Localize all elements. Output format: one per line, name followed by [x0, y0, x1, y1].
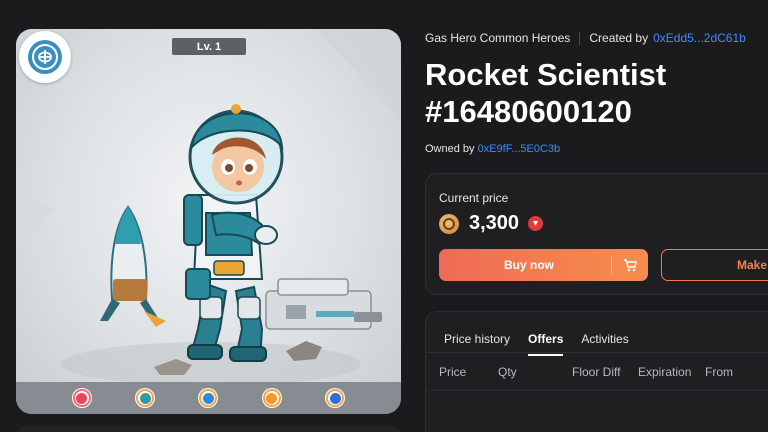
- lab-machine-prop: [265, 278, 382, 330]
- creator-link[interactable]: 0xEdd5...2dC61b: [653, 31, 746, 45]
- hero-illustration: [16, 29, 401, 386]
- divider: [579, 31, 581, 45]
- page-title: Rocket Scientist #16480600120: [425, 56, 666, 130]
- make-offer-button[interactable]: Make: [661, 249, 768, 281]
- column-price: Price: [439, 365, 467, 379]
- attributes-panel-edge: [16, 426, 401, 432]
- owner-link[interactable]: 0xE9fF...5E0C3b: [478, 143, 561, 155]
- owned-by-line: Owned by 0xE9fF...5E0C3b: [425, 143, 560, 155]
- hero-stat-bar: [16, 382, 401, 414]
- rocket-prop: [100, 205, 166, 327]
- brain-icon: [19, 31, 71, 83]
- collection-line: Gas Hero Common Heroes Created by 0xEdd5…: [425, 31, 746, 45]
- header-divider: [426, 390, 768, 391]
- nft-artwork[interactable]: Lv. 1: [16, 29, 401, 414]
- created-by-label: Created by: [589, 31, 649, 45]
- column-floor-diff: Floor Diff: [572, 365, 621, 379]
- buy-now-label: Buy now: [504, 258, 554, 272]
- buy-now-button[interactable]: Buy now: [439, 249, 648, 281]
- water-stat-icon[interactable]: [135, 388, 156, 408]
- wind-stat-icon[interactable]: [325, 388, 346, 408]
- cart-icon[interactable]: [612, 258, 648, 272]
- current-price-label: Current price: [439, 191, 509, 205]
- tab-divider: [426, 352, 768, 353]
- chain-badge-icon: [528, 216, 544, 231]
- owned-by-label: Owned by: [425, 143, 475, 155]
- collection-link[interactable]: Gas Hero Common Heroes: [425, 31, 570, 45]
- price-card: Current price 3,300 Buy now Make: [425, 173, 768, 295]
- level-badge: Lv. 1: [172, 38, 246, 55]
- shield-stat-icon[interactable]: [198, 388, 219, 408]
- trading-history-card: Price history Offers Activities Price Qt…: [425, 311, 768, 432]
- price-value: 3,300: [469, 212, 520, 234]
- title-token-id: #16480600120: [425, 94, 632, 129]
- column-from: From: [705, 365, 733, 379]
- column-expiration: Expiration: [638, 365, 692, 379]
- lightning-stat-icon[interactable]: [261, 388, 282, 408]
- column-qty: Qty: [498, 365, 517, 379]
- title-name: Rocket Scientist: [425, 57, 667, 92]
- price-row: 3,300: [439, 212, 544, 235]
- gmt-coin-icon: [439, 213, 459, 234]
- fire-stat-icon[interactable]: [71, 388, 92, 408]
